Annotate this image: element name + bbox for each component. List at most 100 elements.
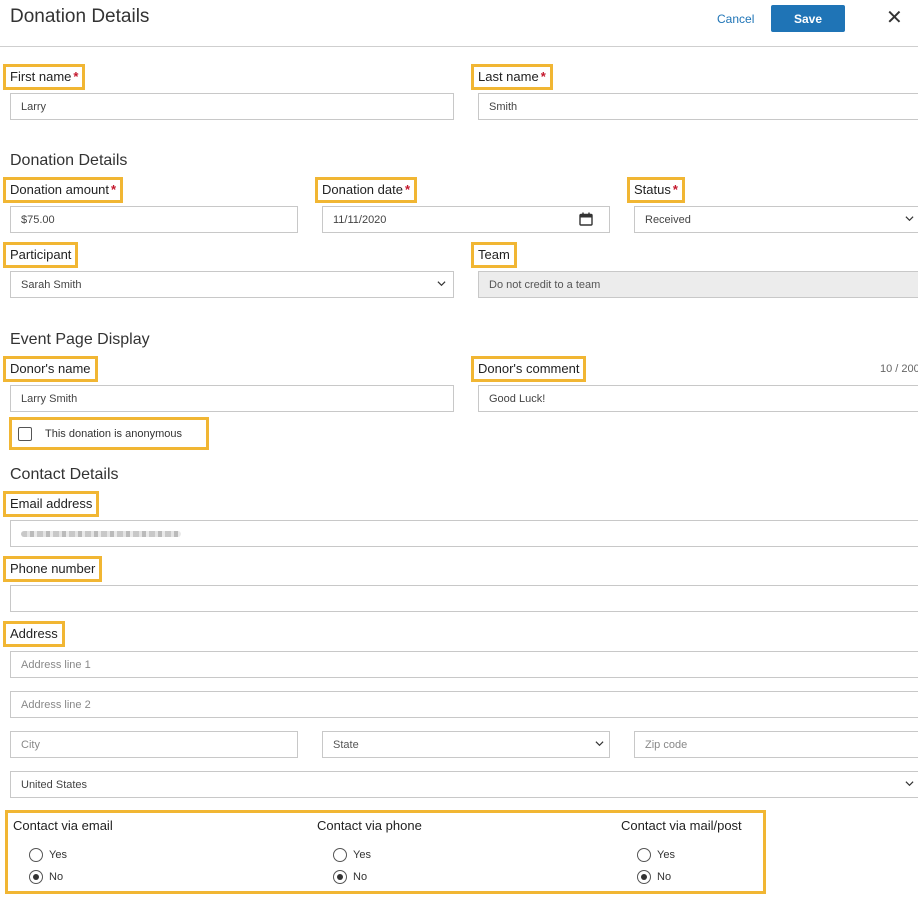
donor-comment-input[interactable]: Good Luck! [478, 385, 918, 412]
donor-comment-label-text: Donor's comment [478, 361, 580, 376]
donation-amount-label-text: Donation amount [10, 182, 110, 197]
no-label: No [353, 871, 368, 883]
team-value: Do not credit to a team [489, 278, 601, 291]
required-marker: * [73, 69, 79, 84]
state-select[interactable]: State [322, 731, 610, 758]
email-label-text: Email address [10, 496, 93, 511]
status-label: Status * [627, 177, 685, 203]
yes-label: Yes [353, 849, 371, 861]
phone-input[interactable] [10, 585, 918, 612]
save-button[interactable]: Save [771, 5, 845, 32]
contact-email-no-option[interactable]: No [29, 870, 63, 884]
required-marker: * [404, 182, 411, 197]
no-label: No [657, 871, 672, 883]
team-label-text: Team [478, 247, 510, 262]
zip-placeholder: Zip code [645, 738, 688, 751]
address-line1-placeholder: Address line 1 [21, 658, 91, 671]
anonymous-checkbox[interactable] [18, 426, 32, 441]
chevron-down-icon [595, 741, 604, 747]
email-input[interactable] [10, 520, 918, 547]
city-placeholder: City [21, 738, 40, 751]
donor-comment-label: Donor's comment [471, 356, 587, 382]
contact-mail-no-option[interactable]: No [637, 870, 671, 884]
address-line2-input[interactable]: Address line 2 [10, 691, 918, 718]
state-placeholder: State [333, 738, 359, 751]
donation-date-label-text: Donation date [322, 182, 403, 197]
anonymous-option[interactable]: This donation is anonymous [9, 417, 209, 450]
required-marker: * [111, 182, 117, 197]
contact-phone-yes-option[interactable]: Yes [333, 848, 371, 862]
chevron-down-icon [437, 281, 446, 287]
address-line2-placeholder: Address line 2 [21, 698, 91, 711]
last-name-label: Last name * [471, 64, 553, 90]
address-label: Address [3, 621, 65, 647]
contact-phone-yes-radio[interactable] [333, 848, 347, 862]
donation-section-title: Donation Details [10, 152, 128, 169]
donor-comment-value: Good Luck! [489, 392, 546, 405]
contact-email-yes-radio[interactable] [29, 848, 43, 862]
contact-via-mail-title: Contact via mail/post [621, 818, 742, 833]
donor-name-value: Larry Smith [21, 392, 78, 405]
donation-date-input[interactable]: 11/11/2020 [322, 206, 610, 233]
participant-select[interactable]: Sarah Smith [10, 271, 454, 298]
contact-phone-no-radio[interactable] [333, 870, 347, 884]
contact-preferences: Contact via email Yes No Contact via pho… [5, 810, 766, 894]
participant-label: Participant [3, 242, 79, 268]
status-label-text: Status [634, 182, 671, 197]
contact-mail-yes-radio[interactable] [637, 848, 651, 862]
contact-mail-yes-option[interactable]: Yes [637, 848, 675, 862]
contact-section-title: Contact Details [10, 466, 119, 483]
email-redacted-value [21, 530, 181, 537]
email-label: Email address [3, 491, 100, 517]
event-display-section-title: Event Page Display [10, 331, 150, 348]
donation-amount-label: Donation amount * [3, 177, 124, 203]
chevron-down-icon [905, 216, 914, 222]
first-name-label-text: First name [10, 69, 72, 84]
contact-phone-no-option[interactable]: No [333, 870, 367, 884]
contact-mail-no-radio[interactable] [637, 870, 651, 884]
participant-label-text: Participant [10, 247, 72, 262]
first-name-label: First name * [3, 64, 86, 90]
status-select[interactable]: Received [634, 206, 918, 233]
anonymous-label: This donation is anonymous [45, 427, 182, 440]
country-value: United States [21, 778, 88, 791]
required-marker: * [540, 69, 546, 84]
close-icon[interactable]: ✕ [886, 6, 903, 30]
header-divider [0, 46, 918, 47]
donation-date-label: Donation date * [315, 177, 418, 203]
address-line1-input[interactable]: Address line 1 [10, 651, 918, 678]
zip-input[interactable]: Zip code [634, 731, 918, 758]
last-name-value: Smith [489, 100, 518, 113]
address-label-text: Address [10, 626, 58, 641]
comment-char-counter: 10 / 200 [880, 363, 918, 375]
first-name-value: Larry [21, 100, 47, 113]
no-label: No [49, 871, 64, 883]
contact-email-no-radio[interactable] [29, 870, 43, 884]
contact-via-phone-title: Contact via phone [317, 818, 422, 833]
donation-amount-input[interactable]: $75.00 [10, 206, 298, 233]
last-name-label-text: Last name [478, 69, 539, 84]
team-select: Do not credit to a team [478, 271, 918, 298]
yes-label: Yes [657, 849, 675, 861]
donation-amount-value: $75.00 [21, 213, 55, 226]
last-name-input[interactable]: Smith [478, 93, 918, 120]
first-name-input[interactable]: Larry [10, 93, 454, 120]
phone-label: Phone number [3, 556, 103, 582]
donor-name-label: Donor's name [3, 356, 98, 382]
donation-date-value: 11/11/2020 [333, 213, 387, 226]
donor-name-label-text: Donor's name [10, 361, 91, 376]
city-input[interactable]: City [10, 731, 298, 758]
chevron-down-icon [905, 781, 914, 787]
country-select[interactable]: United States [10, 771, 918, 798]
dialog-title: Donation Details [10, 6, 150, 27]
required-marker: * [672, 182, 678, 197]
team-label: Team [471, 242, 517, 268]
contact-email-yes-option[interactable]: Yes [29, 848, 67, 862]
calendar-icon[interactable] [579, 212, 593, 226]
participant-value: Sarah Smith [21, 278, 82, 291]
contact-via-email-title: Contact via email [13, 818, 113, 833]
cancel-button[interactable]: Cancel [717, 12, 754, 26]
yes-label: Yes [49, 849, 67, 861]
phone-label-text: Phone number [10, 561, 96, 576]
donor-name-input[interactable]: Larry Smith [10, 385, 454, 412]
